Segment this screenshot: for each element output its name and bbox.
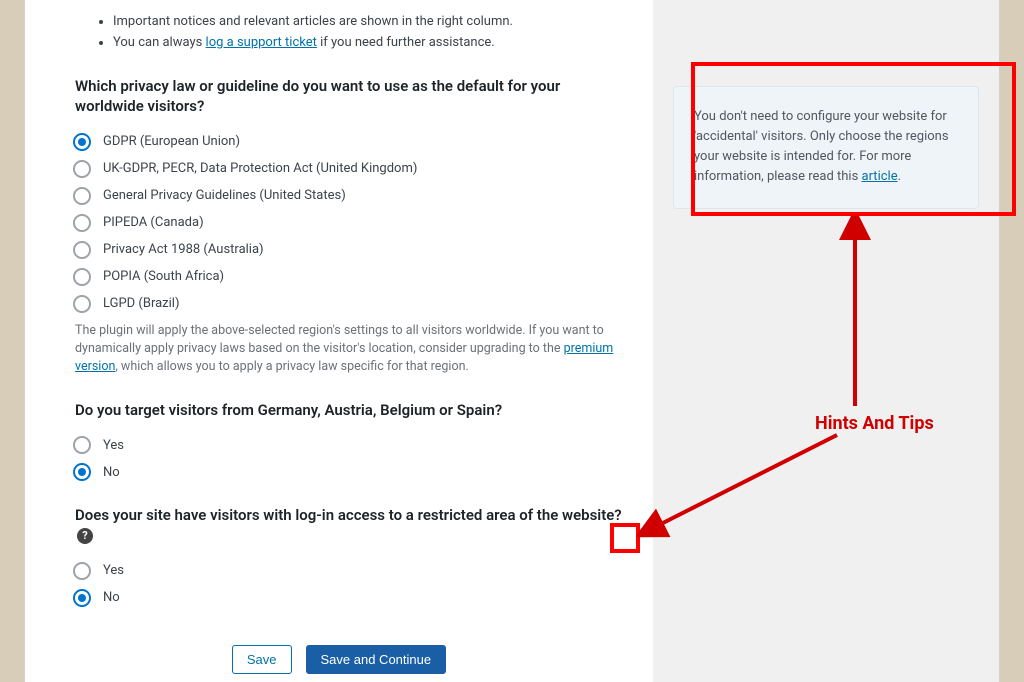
main-content: Important notices and relevant articles …: [25, 0, 653, 682]
radio-button[interactable]: [73, 463, 91, 481]
radio-label: General Privacy Guidelines (United State…: [103, 188, 346, 203]
privacy-law-option[interactable]: LGPD (Brazil): [73, 295, 629, 313]
help-icon[interactable]: ?: [77, 528, 93, 544]
target-regions-option[interactable]: Yes: [73, 436, 629, 454]
radio-label: UK-GDPR, PECR, Data Protection Act (Unit…: [103, 161, 417, 176]
tip-article-link[interactable]: article: [862, 169, 898, 184]
radio-button[interactable]: [73, 295, 91, 313]
radio-button[interactable]: [73, 562, 91, 580]
instruction-suffix: if you need further assistance.: [317, 35, 495, 50]
question-privacy-law: Which privacy law or guideline do you wa…: [75, 76, 629, 117]
radio-button[interactable]: [73, 241, 91, 259]
radio-label: Privacy Act 1988 (Australia): [103, 242, 264, 257]
save-button[interactable]: Save: [232, 645, 292, 674]
privacy-law-helper: The plugin will apply the above-selected…: [75, 322, 629, 376]
target-regions-options: Yes No: [73, 436, 629, 481]
instruction-item: Important notices and relevant articles …: [113, 14, 629, 29]
privacy-law-option[interactable]: GDPR (European Union): [73, 133, 629, 151]
privacy-law-option[interactable]: PIPEDA (Canada): [73, 214, 629, 232]
app-window: Important notices and relevant articles …: [24, 0, 1000, 682]
radio-button[interactable]: [73, 133, 91, 151]
question-login-access: Does your site have visitors with log-in…: [75, 505, 629, 546]
login-access-option[interactable]: Yes: [73, 562, 629, 580]
radio-button[interactable]: [73, 436, 91, 454]
instruction-item: You can always log a support ticket if y…: [113, 35, 629, 50]
question-target-regions: Do you target visitors from Germany, Aus…: [75, 400, 629, 420]
privacy-law-option[interactable]: POPIA (South Africa): [73, 268, 629, 286]
radio-button[interactable]: [73, 589, 91, 607]
sidebar: You don't need to configure your website…: [653, 0, 999, 682]
radio-label: PIPEDA (Canada): [103, 215, 204, 230]
radio-label: LGPD (Brazil): [103, 296, 179, 311]
tip-box: You don't need to configure your website…: [673, 86, 979, 209]
login-access-options: Yes No: [73, 562, 629, 607]
privacy-law-option[interactable]: Privacy Act 1988 (Australia): [73, 241, 629, 259]
tip-suffix: .: [898, 169, 901, 184]
radio-button[interactable]: [73, 214, 91, 232]
instructions-list: Important notices and relevant articles …: [113, 14, 629, 50]
radio-button[interactable]: [73, 160, 91, 178]
privacy-law-option[interactable]: UK-GDPR, PECR, Data Protection Act (Unit…: [73, 160, 629, 178]
radio-label: No: [103, 590, 120, 605]
radio-button[interactable]: [73, 268, 91, 286]
radio-label: GDPR (European Union): [103, 134, 240, 149]
instruction-prefix: You can always: [113, 35, 206, 50]
support-ticket-link[interactable]: log a support ticket: [206, 35, 317, 50]
radio-label: Yes: [103, 563, 124, 578]
target-regions-option[interactable]: No: [73, 463, 629, 481]
radio-label: No: [103, 465, 120, 480]
save-continue-button[interactable]: Save and Continue: [306, 645, 447, 674]
radio-button[interactable]: [73, 187, 91, 205]
privacy-law-options: GDPR (European Union) UK-GDPR, PECR, Data…: [73, 133, 629, 313]
radio-label: Yes: [103, 438, 124, 453]
privacy-law-option[interactable]: General Privacy Guidelines (United State…: [73, 187, 629, 205]
button-row: Save Save and Continue: [25, 635, 653, 682]
annotation-label: Hints And Tips: [815, 413, 934, 434]
instruction-text: Important notices and relevant articles …: [113, 14, 513, 29]
login-access-option[interactable]: No: [73, 589, 629, 607]
radio-label: POPIA (South Africa): [103, 269, 224, 284]
tip-text: You don't need to configure your website…: [694, 109, 949, 184]
